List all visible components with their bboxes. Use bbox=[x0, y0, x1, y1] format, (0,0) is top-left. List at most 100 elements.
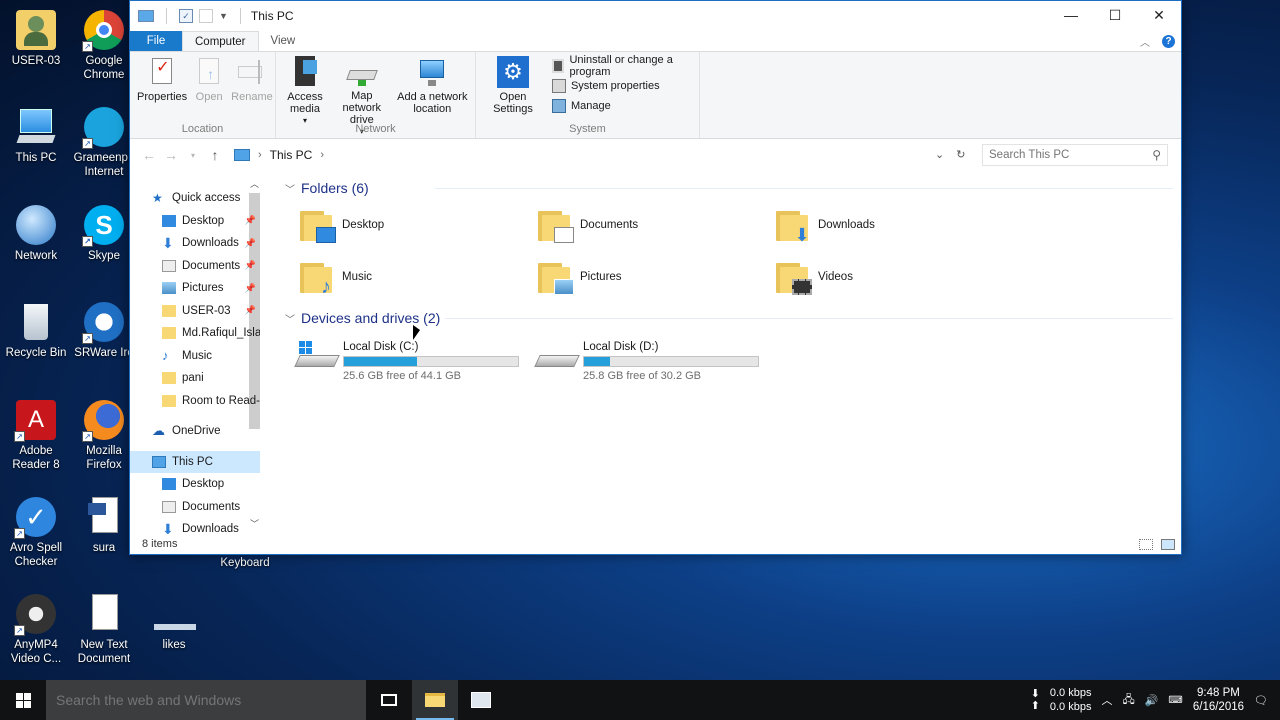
folder-desktop[interactable]: Desktop bbox=[300, 207, 538, 243]
nav-quick-access[interactable]: ★ Quick access bbox=[130, 187, 260, 210]
collapse-chevron-icon[interactable]: ﹀ bbox=[285, 311, 295, 326]
search-box[interactable]: ⚲ bbox=[982, 144, 1168, 166]
rename-icon bbox=[236, 56, 268, 88]
divider bbox=[239, 8, 241, 24]
large-icons-view-icon[interactable] bbox=[1161, 539, 1175, 550]
show-hidden-icons-icon[interactable]: ︿ bbox=[1101, 692, 1112, 708]
group-location: ✓ Properties ↑ Open Rename Location bbox=[130, 52, 276, 138]
collapse-chevron-icon[interactable]: ﹀ bbox=[285, 181, 295, 196]
folder-icon bbox=[162, 372, 176, 385]
text-document-icon bbox=[84, 594, 124, 634]
forward-button[interactable]: → bbox=[160, 147, 182, 163]
action-center-icon[interactable]: 🗨 bbox=[1254, 694, 1268, 707]
search-input[interactable] bbox=[989, 149, 1139, 161]
drive-c[interactable]: Local Disk (C:) 25.6 GB free of 44.1 GB bbox=[294, 337, 523, 382]
nav-item-user-03[interactable]: USER-03 📌 bbox=[130, 300, 260, 323]
nav-item-pani[interactable]: pani bbox=[130, 367, 260, 390]
keyboard-language-icon[interactable]: ⌨ bbox=[1168, 695, 1182, 706]
customize-toolbar-icon[interactable]: ▼ bbox=[219, 11, 228, 21]
pin-icon[interactable]: 📌 bbox=[245, 283, 256, 294]
chevron-right-icon[interactable]: › bbox=[320, 149, 324, 161]
system-properties-button[interactable]: System properties bbox=[551, 76, 695, 96]
address-path[interactable]: This PC bbox=[270, 148, 313, 162]
nav-this-pc[interactable]: This PC bbox=[130, 450, 260, 473]
back-button[interactable]: ← bbox=[138, 147, 160, 163]
taskbar-app[interactable] bbox=[458, 680, 504, 720]
folder-documents[interactable]: Documents bbox=[538, 207, 776, 243]
taskbar-search[interactable] bbox=[46, 680, 366, 720]
minimize-ribbon-icon[interactable]: ︿ bbox=[1140, 34, 1150, 49]
pin-icon[interactable]: 📌 bbox=[245, 260, 256, 271]
up-button[interactable]: ↑ bbox=[204, 147, 226, 163]
minimize-button[interactable]: — bbox=[1049, 1, 1093, 29]
nav-item-downloads[interactable]: ⬇ Downloads 📌 bbox=[130, 232, 260, 255]
desktop-icon-avro[interactable]: ✓ ↗ Avro Spell Checker bbox=[0, 497, 72, 569]
properties-check-icon[interactable]: ✓ bbox=[179, 9, 193, 23]
desktop-icon-adobe-reader[interactable]: A ↗ Adobe Reader 8 bbox=[0, 400, 72, 472]
nav-item-pictures[interactable]: Pictures 📌 bbox=[130, 277, 260, 300]
tab-file[interactable]: File bbox=[130, 31, 182, 51]
manage-button[interactable]: Manage bbox=[551, 96, 695, 116]
pin-icon[interactable]: 📌 bbox=[245, 305, 256, 316]
ribbon: ✓ Properties ↑ Open Rename Location Acce… bbox=[130, 51, 1181, 139]
chevron-right-icon[interactable]: › bbox=[258, 149, 262, 161]
nav-item-music[interactable]: ♪ Music bbox=[130, 345, 260, 368]
address-dropdown-icon[interactable]: ⌄ bbox=[935, 148, 944, 161]
nav-pc-desktop[interactable]: Desktop bbox=[130, 473, 260, 496]
srware-iron-icon: ↗ bbox=[82, 302, 124, 344]
desktop-icon-network[interactable]: Network bbox=[0, 205, 72, 263]
desktop-icon-this-pc[interactable]: This PC bbox=[0, 107, 72, 165]
nav-item-room-to-read[interactable]: Room to Read-L bbox=[130, 390, 260, 413]
uninstall-program-button[interactable]: Uninstall or change a program bbox=[551, 54, 695, 78]
folder-music[interactable]: ♪ Music bbox=[300, 259, 538, 297]
nav-onedrive[interactable]: ☁ OneDrive bbox=[130, 420, 260, 443]
nav-item-desktop[interactable]: Desktop 📌 bbox=[130, 210, 260, 233]
desktop-icon-likes[interactable]: likes bbox=[138, 594, 210, 652]
settings-gear-icon: ⚙ bbox=[496, 56, 529, 88]
desktop-icon-keyboard[interactable]: Keyboard bbox=[209, 556, 281, 570]
maximize-button[interactable]: ☐ bbox=[1093, 1, 1137, 29]
details-view-icon[interactable] bbox=[1139, 539, 1153, 550]
search-icon[interactable]: ⚲ bbox=[1152, 148, 1161, 162]
music-folder-icon: ♪ bbox=[300, 259, 336, 297]
recent-locations-button[interactable]: ▾ bbox=[182, 151, 204, 160]
group-name-location: Location bbox=[181, 123, 224, 135]
window-title: This PC bbox=[250, 9, 294, 23]
desktop-icon-user[interactable]: USER-03 bbox=[0, 10, 72, 68]
address-field[interactable]: › This PC › bbox=[230, 144, 980, 166]
tab-view[interactable]: View bbox=[259, 31, 308, 51]
close-button[interactable]: ✕ bbox=[1137, 1, 1181, 29]
clock-date: 6/16/2016 bbox=[1192, 701, 1245, 713]
drive-d[interactable]: Local Disk (D:) 25.8 GB free of 30.2 GB bbox=[534, 337, 763, 382]
refresh-icon[interactable]: ↻ bbox=[956, 148, 965, 161]
desktop-icon-text-document[interactable]: New Text Document bbox=[68, 594, 140, 666]
folder-pictures[interactable]: Pictures bbox=[538, 259, 776, 295]
item-count: 8 items bbox=[142, 538, 178, 550]
drive-name: Local Disk (C:) bbox=[343, 341, 419, 353]
pin-icon[interactable]: 📌 bbox=[245, 238, 256, 249]
nav-pc-downloads[interactable]: ⬇ Downloads bbox=[130, 518, 260, 534]
this-pc-address-icon bbox=[234, 149, 250, 161]
folders-section-header[interactable]: ﹀ Folders (6) bbox=[285, 177, 1181, 199]
pin-icon[interactable]: 📌 bbox=[245, 215, 256, 226]
nav-item-rafiqul[interactable]: Md.Rafiqul_Islan bbox=[130, 322, 260, 345]
upload-speed: 0.0 kbps bbox=[1049, 701, 1092, 713]
network-tray-icon[interactable]: 🖧 bbox=[1122, 691, 1134, 710]
tab-computer[interactable]: Computer bbox=[182, 31, 259, 51]
pictures-icon bbox=[162, 282, 176, 295]
volume-icon[interactable]: 🔊 bbox=[1145, 694, 1159, 707]
desktop-icon-anymp4[interactable]: ↗ AnyMP4 Video C... bbox=[0, 594, 72, 666]
clock[interactable]: 9:48 PM 6/16/2016 bbox=[1193, 686, 1244, 714]
help-icon[interactable]: ? bbox=[1162, 35, 1175, 48]
folder-downloads[interactable]: ⬇ Downloads bbox=[776, 207, 1014, 244]
desktop-icon-recycle-bin[interactable]: Recycle Bin bbox=[0, 302, 72, 360]
task-view-button[interactable] bbox=[366, 680, 412, 720]
folder-videos[interactable]: Videos bbox=[776, 259, 1014, 295]
drive-usage-fill bbox=[344, 357, 418, 366]
nav-item-documents[interactable]: Documents 📌 bbox=[130, 255, 260, 278]
taskbar-search-input[interactable] bbox=[56, 692, 356, 708]
taskbar-file-explorer[interactable] bbox=[412, 680, 458, 720]
start-button[interactable] bbox=[0, 680, 46, 720]
new-folder-icon[interactable] bbox=[199, 9, 213, 23]
nav-pc-documents[interactable]: Documents bbox=[130, 496, 260, 519]
